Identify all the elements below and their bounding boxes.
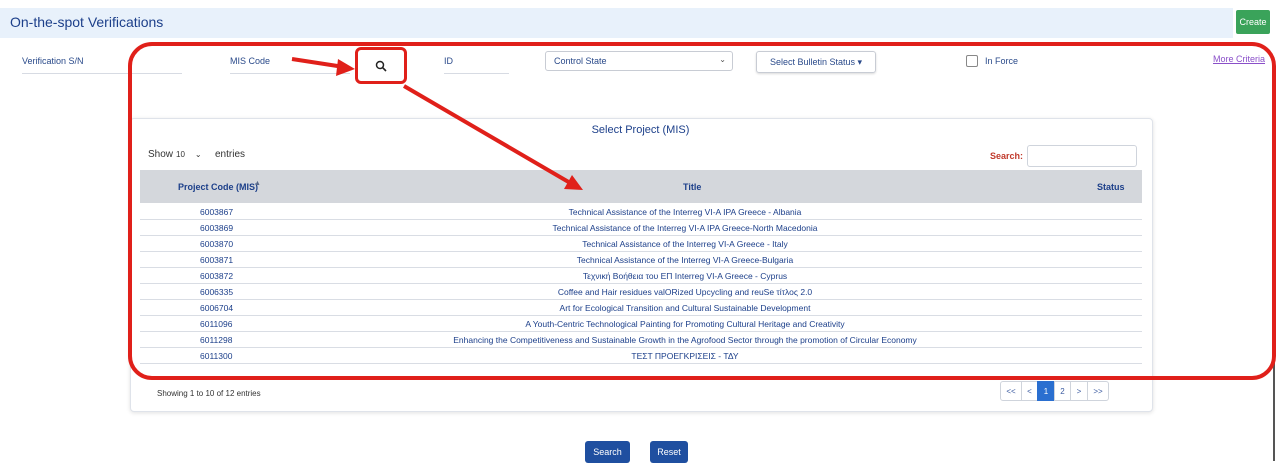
table-search-input[interactable] [1027,145,1137,167]
table-row[interactable]: 6003870 Technical Assistance of the Inte… [140,236,1142,252]
pagination-next-button[interactable]: > [1070,381,1088,401]
control-state-select[interactable]: Control State ⌄ [545,51,733,71]
row-code: 6006704 [200,303,234,313]
pagination-prev-button[interactable]: < [1021,381,1038,401]
row-title: Coffee and Hair residues valORized Upcyc… [557,287,813,297]
row-title: Art for Ecological Transition and Cultur… [559,303,811,313]
control-state-value: Control State [554,56,607,66]
create-button[interactable]: Create [1236,10,1270,34]
verification-sn-label: Verification S/N [22,56,84,66]
table-row[interactable]: 6003869 Technical Assistance of the Inte… [140,220,1142,236]
show-label: Show [148,149,174,160]
row-code: 6011096 [200,319,233,329]
table-row[interactable]: 6003871 Technical Assistance of the Inte… [140,252,1142,268]
chevron-down-icon: ⌄ [194,149,202,159]
table-row[interactable]: 6011300 ΤΕΣΤ ΠΡΟΕΓΚΡΙΣΕΙΣ - ΤΔΥ [140,348,1142,364]
table-search-label: Search: [990,151,1024,161]
table-row[interactable]: 6006704 Art for Ecological Transition an… [140,300,1142,316]
row-code: 6003869 [200,223,234,233]
row-code: 6003872 [200,271,234,281]
mis-code-input[interactable] [230,72,350,74]
more-criteria-link[interactable]: More Criteria [1213,54,1265,64]
row-code: 6003871 [200,255,234,265]
pagination-page-1[interactable]: 1 [1037,381,1055,401]
row-title: ΤΕΣΤ ΠΡΟΕΓΚΡΙΣΕΙΣ - ΤΔΥ [631,351,739,361]
entries-label: entries [215,149,246,160]
column-header-code[interactable]: Project Code (MIS) [178,182,258,192]
entries-select[interactable]: 10 ⌄ [176,146,212,162]
table-header [140,170,1142,203]
reset-button[interactable]: Reset [650,441,688,463]
sort-asc-icon: ▲ [254,180,261,187]
row-title: Enhancing the Competitiveness and Sustai… [453,335,917,345]
table-row[interactable]: 6003872 Τεχνική Βοήθεια του ΕΠ Interreg … [140,268,1142,284]
row-code: 6011298 [200,335,233,345]
column-header-title[interactable]: Title [683,182,701,192]
row-code: 6003867 [200,207,234,217]
table-row[interactable]: 6011298 Enhancing the Competitiveness an… [140,332,1142,348]
table-row[interactable]: 6006335 Coffee and Hair residues valORiz… [140,284,1142,300]
page-title: On-the-spot Verifications [10,14,164,30]
page-header [0,8,1233,38]
id-input[interactable] [444,72,509,74]
row-title: Technical Assistance of the Interreg VI-… [576,255,794,265]
in-force-checkbox[interactable] [966,55,978,67]
showing-entries-label: Showing 1 to 10 of 12 entries [157,389,261,398]
mis-code-label: MIS Code [230,56,271,66]
row-title: Technical Assistance of the Interreg VI-… [582,239,788,249]
search-icon [375,60,387,72]
scrollbar[interactable] [1273,110,1275,461]
pagination-page-2[interactable]: 2 [1054,381,1071,401]
chevron-down-icon: ⌄ [719,55,726,64]
in-force-label: In Force [985,56,1019,66]
row-code: 6011300 [200,351,233,361]
column-header-status[interactable]: Status [1097,182,1125,192]
verification-sn-input[interactable] [22,72,182,74]
row-code: 6003870 [200,239,234,249]
entries-value: 10 [176,149,185,159]
row-title: Technical Assistance of the Interreg VI-… [568,207,802,217]
pagination-last-button[interactable]: >> [1087,381,1109,401]
row-title: Technical Assistance of the Interreg VI-… [552,223,818,233]
id-label: ID [444,56,453,66]
search-button[interactable]: Search [585,441,630,463]
panel-title: Select Project (MIS) [591,124,690,136]
table-row[interactable]: 6011096 A Youth-Centric Technological Pa… [140,316,1142,332]
bulletin-status-dropdown[interactable]: Select Bulletin Status ▾ [756,51,876,73]
mis-search-button[interactable] [355,47,407,84]
row-title: Τεχνική Βοήθεια του ΕΠ Interreg VI-A Gre… [582,271,788,281]
table-row[interactable]: 6003867 Technical Assistance of the Inte… [140,204,1142,220]
annotation-arrow-to-search [291,57,345,69]
row-code: 6006335 [200,287,234,297]
pagination-first-button[interactable]: << [1000,381,1022,401]
row-title: A Youth-Centric Technological Painting f… [525,319,845,329]
